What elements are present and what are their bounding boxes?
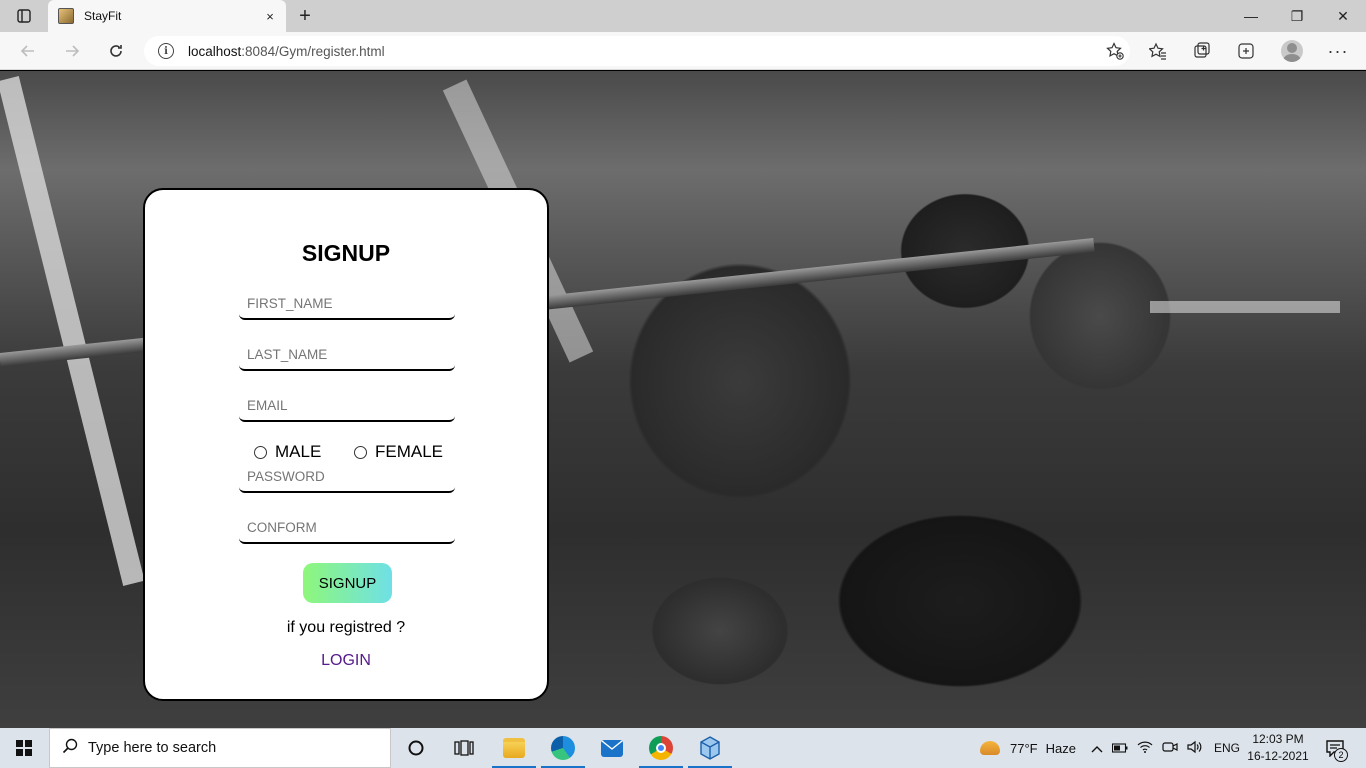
back-button[interactable] bbox=[12, 36, 44, 66]
weather-widget[interactable]: 77°F Haze bbox=[980, 728, 1076, 768]
collections-icon[interactable] bbox=[1186, 36, 1218, 66]
weather-haze-icon bbox=[980, 741, 1000, 755]
file-explorer-icon[interactable] bbox=[490, 728, 538, 768]
profile-avatar[interactable] bbox=[1276, 36, 1308, 66]
minimize-button[interactable]: — bbox=[1228, 0, 1274, 32]
background-rack-beam bbox=[0, 76, 145, 586]
show-hidden-icons-icon[interactable] bbox=[1091, 741, 1103, 756]
volume-icon[interactable] bbox=[1187, 740, 1203, 757]
last-name-field[interactable] bbox=[239, 339, 455, 371]
email-field[interactable] bbox=[239, 390, 455, 422]
tab-actions-icon[interactable] bbox=[10, 6, 38, 26]
browser-toolbar: i localhost:8084/Gym/register.html ··· bbox=[0, 32, 1366, 70]
female-label: FEMALE bbox=[375, 442, 444, 461]
close-window-button[interactable]: ✕ bbox=[1320, 0, 1366, 32]
notification-center-button[interactable]: 2 bbox=[1318, 734, 1352, 762]
battery-icon[interactable] bbox=[1111, 741, 1128, 756]
new-tab-button[interactable]: + bbox=[292, 4, 318, 28]
confirm-password-field[interactable] bbox=[239, 512, 455, 544]
female-radio[interactable] bbox=[354, 445, 367, 459]
login-link[interactable]: LOGIN bbox=[145, 652, 547, 670]
already-registered-text: if you registred ? bbox=[286, 619, 406, 636]
search-placeholder: Type here to search bbox=[88, 740, 217, 756]
input-language[interactable]: ENG bbox=[1214, 741, 1240, 755]
weather-description: Haze bbox=[1045, 740, 1076, 756]
mail-icon[interactable] bbox=[588, 728, 636, 768]
wifi-icon[interactable] bbox=[1137, 741, 1153, 756]
avatar-icon bbox=[1281, 40, 1303, 62]
stayfit-favicon-icon bbox=[58, 8, 74, 24]
signup-card: SIGNUP MALE FEMALE SIGNUP if you registr… bbox=[143, 188, 549, 701]
site-info-icon[interactable]: i bbox=[158, 43, 174, 59]
refresh-button[interactable] bbox=[100, 36, 132, 66]
clock-time: 12:03 PM bbox=[1252, 732, 1304, 746]
system-tray: ENG bbox=[1091, 728, 1240, 768]
gender-female-option[interactable]: FEMALE bbox=[354, 442, 443, 462]
3d-viewer-icon[interactable] bbox=[686, 728, 734, 768]
male-radio[interactable] bbox=[254, 445, 267, 459]
windows-taskbar: Type here to search 77°F Haze ENG 12:03 … bbox=[0, 728, 1366, 768]
meet-now-icon[interactable] bbox=[1162, 740, 1178, 757]
weather-temperature: 77°F bbox=[1010, 740, 1038, 756]
tab-close-icon[interactable]: × bbox=[258, 4, 282, 28]
signup-title: SIGNUP bbox=[301, 240, 391, 266]
back-arrow-icon bbox=[20, 45, 34, 57]
search-icon bbox=[62, 738, 82, 759]
settings-more-icon[interactable]: ··· bbox=[1322, 36, 1354, 66]
gender-male-option[interactable]: MALE bbox=[254, 442, 321, 462]
browser-tab[interactable]: StayFit × bbox=[48, 0, 286, 32]
first-name-field[interactable] bbox=[239, 288, 455, 320]
clock-date: 16-12-2021 bbox=[1247, 749, 1309, 763]
task-view-icon[interactable] bbox=[440, 728, 488, 768]
start-button[interactable] bbox=[0, 728, 48, 768]
male-label: MALE bbox=[275, 442, 322, 461]
favorites-icon[interactable] bbox=[1142, 36, 1174, 66]
gym-background-image: SIGNUP MALE FEMALE SIGNUP if you registr… bbox=[0, 71, 1366, 728]
refresh-icon bbox=[110, 45, 122, 57]
windows-logo-icon bbox=[16, 740, 32, 756]
url-text[interactable]: localhost:8084/Gym/register.html bbox=[188, 44, 1100, 59]
restore-button[interactable]: ❐ bbox=[1274, 0, 1320, 32]
web-capture-icon[interactable] bbox=[1230, 36, 1262, 66]
chrome-icon[interactable] bbox=[637, 728, 685, 768]
edge-browser-icon[interactable] bbox=[539, 728, 587, 768]
background-rack-beam bbox=[1150, 301, 1340, 313]
browser-tab-bar: StayFit × + — ❐ ✕ bbox=[0, 0, 1366, 32]
forward-arrow-icon bbox=[66, 45, 80, 57]
password-field[interactable] bbox=[239, 461, 455, 493]
taskbar-clock[interactable]: 12:03 PM 16-12-2021 bbox=[1240, 731, 1316, 765]
address-bar[interactable]: i localhost:8084/Gym/register.html bbox=[144, 36, 1130, 66]
notification-count-badge: 2 bbox=[1334, 748, 1348, 762]
taskbar-search-box[interactable]: Type here to search bbox=[49, 728, 391, 768]
cortana-icon[interactable] bbox=[392, 728, 440, 768]
forward-button[interactable] bbox=[56, 36, 88, 66]
signup-button[interactable]: SIGNUP bbox=[303, 563, 392, 603]
tab-title: StayFit bbox=[84, 9, 122, 23]
add-favorite-icon[interactable] bbox=[1100, 36, 1130, 66]
